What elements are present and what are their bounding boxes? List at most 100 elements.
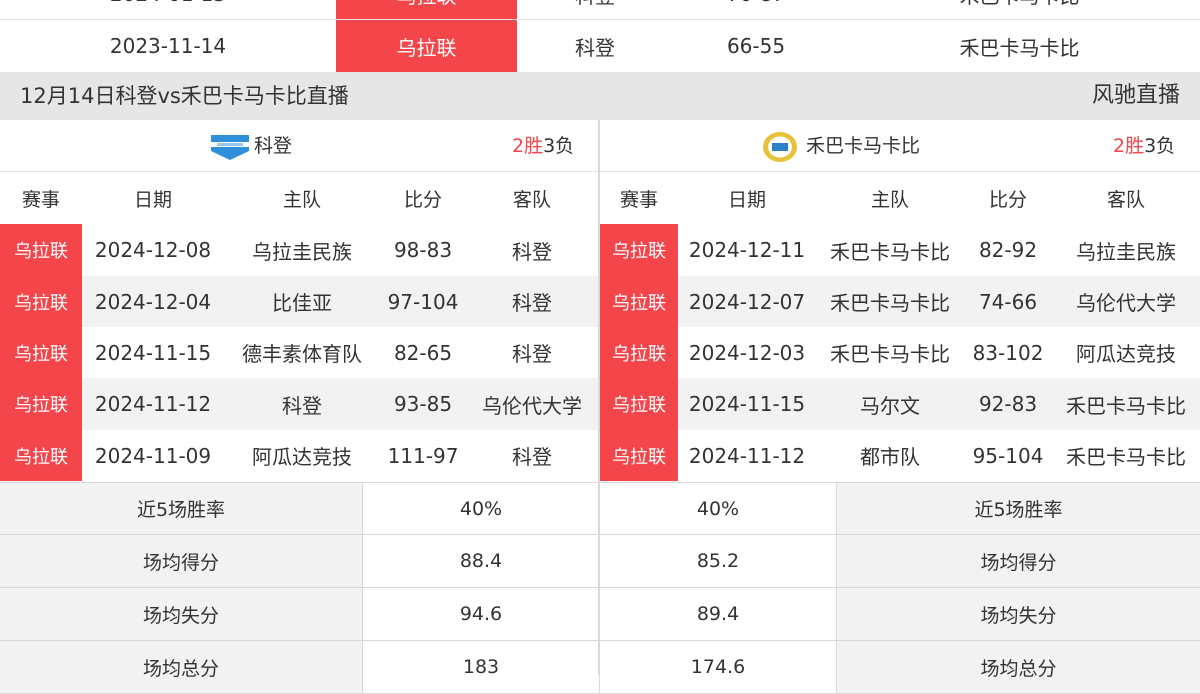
h2h-score: 70-87: [673, 0, 839, 19]
col-league: 赛事: [21, 188, 60, 211]
game-score: 95-104: [972, 443, 1044, 468]
game-home[interactable]: 禾巴卡马卡比: [816, 276, 964, 327]
game-score: 83-102: [972, 340, 1044, 365]
game-date: 2024-12-07: [688, 289, 806, 314]
table-row: 乌拉联 2024-12-08 乌拉圭民族 98-83 科登: [0, 224, 598, 276]
game-home[interactable]: 比佳亚: [224, 276, 380, 327]
league-tag[interactable]: 乌拉联: [600, 224, 678, 276]
col-score: 比分: [403, 188, 442, 211]
league-tag[interactable]: 乌拉联: [600, 276, 678, 327]
game-score: 74-66: [978, 289, 1038, 314]
game-away[interactable]: 科登: [466, 224, 598, 276]
game-away[interactable]: 禾巴卡马卡比: [1052, 378, 1200, 430]
league-tag[interactable]: 乌拉联: [0, 327, 82, 378]
game-home[interactable]: 科登: [224, 378, 380, 430]
stat-value-left: 183: [363, 641, 600, 693]
stat-label-left: 场均总分: [0, 641, 363, 693]
stat-label-right: 场均得分: [837, 535, 1200, 587]
h2h-date: 2024-01-13: [0, 0, 336, 19]
left-record: 2胜3负: [512, 120, 574, 172]
game-away[interactable]: 乌伦代大学: [466, 378, 598, 430]
stat-value-right: 89.4: [600, 588, 837, 640]
hapoel-logo-icon: [762, 131, 798, 163]
stats-table: 近5场胜率 40% 40% 近5场胜率 场均得分 88.4 85.2 场均得分 …: [0, 482, 1200, 694]
game-away[interactable]: 乌伦代大学: [1052, 276, 1200, 327]
game-away[interactable]: 科登: [466, 276, 598, 327]
table-row: 乌拉联 2024-12-07 禾巴卡马卡比 74-66 乌伦代大学: [600, 276, 1200, 327]
left-team-header: 科登 2胜3负: [0, 120, 598, 172]
stats-row: 场均得分 88.4 85.2 场均得分: [0, 535, 1200, 588]
game-home[interactable]: 乌拉圭民族: [224, 224, 380, 276]
game-home[interactable]: 禾巴卡马卡比: [816, 224, 964, 276]
col-date: 日期: [727, 188, 766, 211]
h2h-away[interactable]: 禾巴卡马卡比: [839, 0, 1200, 19]
h2h-league-tag[interactable]: 乌拉联: [336, 20, 517, 72]
stat-label-right: 场均失分: [837, 588, 1200, 640]
h2h-row: 2023-11-14 乌拉联 科登 66-55 禾巴卡马卡比: [0, 20, 1200, 72]
game-score: 82-65: [393, 340, 453, 365]
col-score: 比分: [988, 188, 1027, 211]
stat-label-right: 场均总分: [837, 641, 1200, 693]
site-name[interactable]: 风驰直播: [1092, 72, 1180, 120]
left-team-name[interactable]: 科登: [254, 120, 292, 172]
stat-value-left: 40%: [363, 483, 600, 534]
table-row: 乌拉联 2024-12-04 比佳亚 97-104 科登: [0, 276, 598, 327]
right-record-loss: 3负: [1144, 135, 1176, 157]
stat-value-right: 174.6: [600, 641, 837, 693]
cordon-logo-icon: [209, 133, 251, 161]
league-tag[interactable]: 乌拉联: [600, 430, 678, 481]
right-table-header: 赛事 日期 主队 比分 客队: [600, 172, 1200, 224]
h2h-home[interactable]: 科登: [517, 0, 673, 19]
h2h-away[interactable]: 禾巴卡马卡比: [839, 20, 1200, 72]
h2h-league-tag[interactable]: 乌拉联: [336, 0, 517, 19]
game-score: 111-97: [387, 443, 459, 468]
stats-row: 场均失分 94.6 89.4 场均失分: [0, 588, 1200, 641]
league-tag[interactable]: 乌拉联: [0, 224, 82, 276]
col-away: 客队: [512, 188, 551, 211]
stat-value-right: 85.2: [600, 535, 837, 587]
table-row: 乌拉联 2024-11-12 科登 93-85 乌伦代大学: [0, 378, 598, 430]
right-record-win: 2胜: [1113, 135, 1145, 157]
league-tag[interactable]: 乌拉联: [0, 430, 82, 481]
game-home[interactable]: 都市队: [816, 430, 964, 481]
game-date: 2024-11-12: [94, 392, 212, 416]
stat-label-left: 近5场胜率: [0, 483, 363, 534]
game-date: 2024-12-03: [688, 340, 806, 365]
stat-label-left: 场均得分: [0, 535, 363, 587]
stat-label-right: 近5场胜率: [837, 483, 1200, 534]
stat-label-left: 场均失分: [0, 588, 363, 640]
stats-row: 场均总分 183 174.6 场均总分: [0, 641, 1200, 694]
game-home[interactable]: 阿瓜达竞技: [224, 430, 380, 481]
table-row: 乌拉联 2024-11-09 阿瓜达竞技 111-97 科登: [0, 430, 598, 481]
league-tag[interactable]: 乌拉联: [600, 327, 678, 378]
game-home[interactable]: 马尔文: [816, 378, 964, 430]
col-home: 主队: [282, 188, 321, 211]
table-row: 乌拉联 2024-11-15 德丰素体育队 82-65 科登: [0, 327, 598, 378]
match-title: 12月14日科登vs禾巴卡马卡比直播: [20, 84, 349, 108]
league-tag[interactable]: 乌拉联: [0, 378, 82, 430]
stat-value-left: 88.4: [363, 535, 600, 587]
game-away[interactable]: 科登: [466, 327, 598, 378]
right-team-name[interactable]: 禾巴卡马卡比: [806, 120, 920, 172]
h2h-home[interactable]: 科登: [517, 20, 673, 72]
left-record-win: 2胜: [512, 135, 544, 157]
game-score: 97-104: [387, 289, 459, 314]
stats-row: 近5场胜率 40% 40% 近5场胜率: [0, 482, 1200, 535]
game-score: 82-92: [978, 238, 1038, 262]
match-banner: 12月14日科登vs禾巴卡马卡比直播 风驰直播: [0, 72, 1200, 120]
game-away[interactable]: 乌拉圭民族: [1052, 224, 1200, 276]
table-row: 乌拉联 2024-11-15 马尔文 92-83 禾巴卡马卡比: [600, 378, 1200, 430]
table-row: 乌拉联 2024-12-03 禾巴卡马卡比 83-102 阿瓜达竞技: [600, 327, 1200, 378]
league-tag[interactable]: 乌拉联: [0, 276, 82, 327]
league-tag[interactable]: 乌拉联: [600, 378, 678, 430]
game-home[interactable]: 禾巴卡马卡比: [816, 327, 964, 378]
game-home[interactable]: 德丰素体育队: [224, 327, 380, 378]
game-away[interactable]: 科登: [466, 430, 598, 481]
game-away[interactable]: 禾巴卡马卡比: [1052, 430, 1200, 481]
game-away[interactable]: 阿瓜达竞技: [1052, 327, 1200, 378]
table-row: 乌拉联 2024-11-12 都市队 95-104 禾巴卡马卡比: [600, 430, 1200, 481]
col-home: 主队: [870, 188, 909, 211]
h2h-row: 2024-01-13 乌拉联 科登 70-87 禾巴卡马卡比: [0, 0, 1200, 20]
game-score: 92-83: [978, 392, 1038, 416]
game-date: 2024-11-12: [688, 443, 806, 468]
